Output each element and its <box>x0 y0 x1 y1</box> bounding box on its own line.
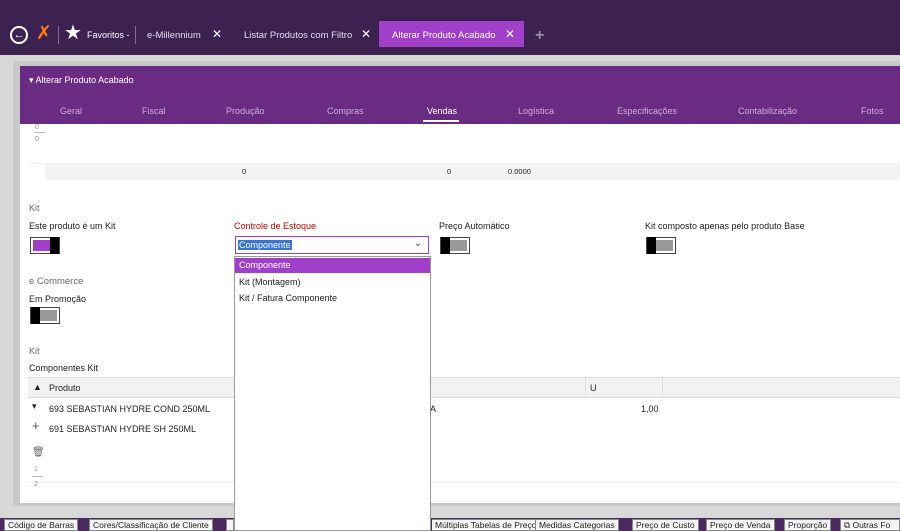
bottom-tab-barcode[interactable]: Código de Barras <box>4 519 79 531</box>
total-value: 0 <box>447 167 452 176</box>
divider <box>135 26 136 44</box>
toggle-knob <box>31 307 40 324</box>
active-tab-indicator <box>423 120 459 122</box>
bottom-tab-sale-price[interactable]: Preço de Venda <box>706 519 775 531</box>
stock-control-select[interactable]: Componente ⌄ <box>235 236 429 254</box>
toggle-knob <box>441 237 450 254</box>
app-logo-icon: ✗ <box>36 23 52 44</box>
tab-e-millennium[interactable]: e-Millennium <box>147 30 201 41</box>
divider <box>662 378 663 397</box>
toggle-knob <box>647 237 656 254</box>
total-value: 0 <box>242 167 247 176</box>
row-number: 0 <box>35 136 39 143</box>
tab-contabilizacao[interactable]: Contabilização <box>738 106 797 116</box>
collapse-icon[interactable]: ▾ <box>29 75 34 85</box>
close-icon[interactable]: ✕ <box>212 27 222 41</box>
tab-fotos[interactable]: Fotos <box>861 106 884 116</box>
components-grid-header: ▲ Produto U <box>28 377 900 398</box>
bottom-tab-hidden[interactable] <box>226 519 234 531</box>
favorites-menu[interactable]: Favoritos - <box>87 30 130 40</box>
dropdown-option-kit-montagem[interactable]: Kit (Montagem) <box>235 275 430 290</box>
column-produto[interactable]: Produto <box>49 383 81 393</box>
tab-producao[interactable]: Produção <box>226 106 265 116</box>
base-only-toggle[interactable] <box>646 237 676 254</box>
table-row-qty[interactable]: 1,00 <box>641 404 659 414</box>
bottom-tab-cost-price[interactable]: Preço de Custo <box>632 519 699 531</box>
is-kit-toggle[interactable] <box>30 237 60 254</box>
panel-title[interactable]: ▾ Alterar Produto Acabado <box>29 75 134 86</box>
promo-label: Em Promoção <box>29 294 87 304</box>
section-title-ecommerce: e Commerce <box>29 276 84 287</box>
tab-listar-produtos[interactable]: Listar Produtos com Filtro <box>244 30 352 41</box>
column-u[interactable]: U <box>590 383 597 393</box>
tab-vendas[interactable]: Vendas <box>427 106 457 116</box>
tab-logistica[interactable]: Logística <box>518 106 554 116</box>
divider <box>35 132 45 133</box>
add-row-icon[interactable]: + <box>32 418 40 433</box>
table-row-product[interactable]: 691 SEBASTIAN HYDRE SH 250ML <box>49 424 196 434</box>
row-number: 1 <box>34 466 38 473</box>
expand-icon[interactable]: ▾ <box>32 401 37 412</box>
toggle-knob <box>50 237 59 254</box>
auto-price-label: Preço Automático <box>439 221 510 231</box>
bottom-tab-proportion[interactable]: Proporção <box>784 519 832 531</box>
bottom-tab-price-tables[interactable]: Múltiplas Tabelas de Preço <box>432 519 541 531</box>
stock-control-label: Controle de Estoque <box>234 221 317 231</box>
divider <box>585 378 586 397</box>
table-row-product[interactable]: 693 SEBASTIAN HYDRE COND 250ML <box>49 404 210 414</box>
bottom-tab-others[interactable]: ⧉ Outras Fo <box>840 519 900 531</box>
dropdown-option-componente[interactable]: Componente <box>235 258 430 273</box>
stock-control-value: Componente <box>238 240 292 250</box>
components-title: Componentes Kit <box>29 363 99 373</box>
dropdown-option-kit-fatura[interactable]: Kit / Fatura Componente <box>235 291 430 306</box>
add-tab-icon[interactable]: + <box>535 27 544 45</box>
is-kit-label: Este produto é um Kit <box>29 221 116 231</box>
chevron-down-icon[interactable]: ⌄ <box>414 238 422 249</box>
row-number: 0 <box>35 124 39 131</box>
panel-header: ▾ Alterar Produto Acabado Geral Fiscal P… <box>20 66 900 124</box>
row-number: 2 <box>34 481 38 488</box>
divider <box>58 26 59 44</box>
bottom-tab-measures[interactable]: Medidas Categorias <box>535 519 619 531</box>
close-icon[interactable]: ✕ <box>361 27 371 41</box>
totals-row: 0 0 0.0000 <box>45 163 900 180</box>
bottom-tab-others-label: Outras Fo <box>852 520 891 530</box>
divider <box>28 482 900 483</box>
tab-especificacoes[interactable]: Especificações <box>617 106 677 116</box>
sort-asc-icon[interactable]: ▲ <box>33 382 42 392</box>
base-only-label: Kit composto apenas pelo produto Base <box>645 221 805 231</box>
stock-control-dropdown: Componente Kit (Montagem) Kit / Fatura C… <box>234 256 431 531</box>
tab-alterar-produto-label[interactable]: Alterar Produto Acabado <box>392 30 496 41</box>
upper-table: 0 0 <box>30 124 900 164</box>
bottom-tab-colors[interactable]: Cores/Classificação de Cliente <box>89 519 213 531</box>
tab-fiscal[interactable]: Fiscal <box>142 106 166 116</box>
promo-toggle[interactable] <box>30 307 60 324</box>
section-title-kit-components: Kit <box>29 346 40 356</box>
form-panel: ▾ Alterar Produto Acabado Geral Fiscal P… <box>20 66 900 503</box>
total-value: 0.0000 <box>508 167 531 176</box>
section-title-kit: Kit <box>29 203 40 213</box>
tab-geral[interactable]: Geral <box>60 106 82 116</box>
divider <box>32 476 42 477</box>
app-topbar: ← ✗ ★ Favoritos - e-Millennium ✕ Listar … <box>0 0 900 55</box>
tab-compras[interactable]: Compras <box>327 106 364 116</box>
close-icon[interactable]: ✕ <box>505 27 515 41</box>
panel-title-text: Alterar Produto Acabado <box>35 75 134 85</box>
auto-price-toggle[interactable] <box>440 237 470 254</box>
external-link-icon: ⧉ <box>844 520 851 530</box>
star-icon[interactable]: ★ <box>64 22 82 44</box>
trash-icon[interactable]: 🗑 <box>32 447 45 458</box>
back-icon[interactable]: ← <box>10 26 28 44</box>
